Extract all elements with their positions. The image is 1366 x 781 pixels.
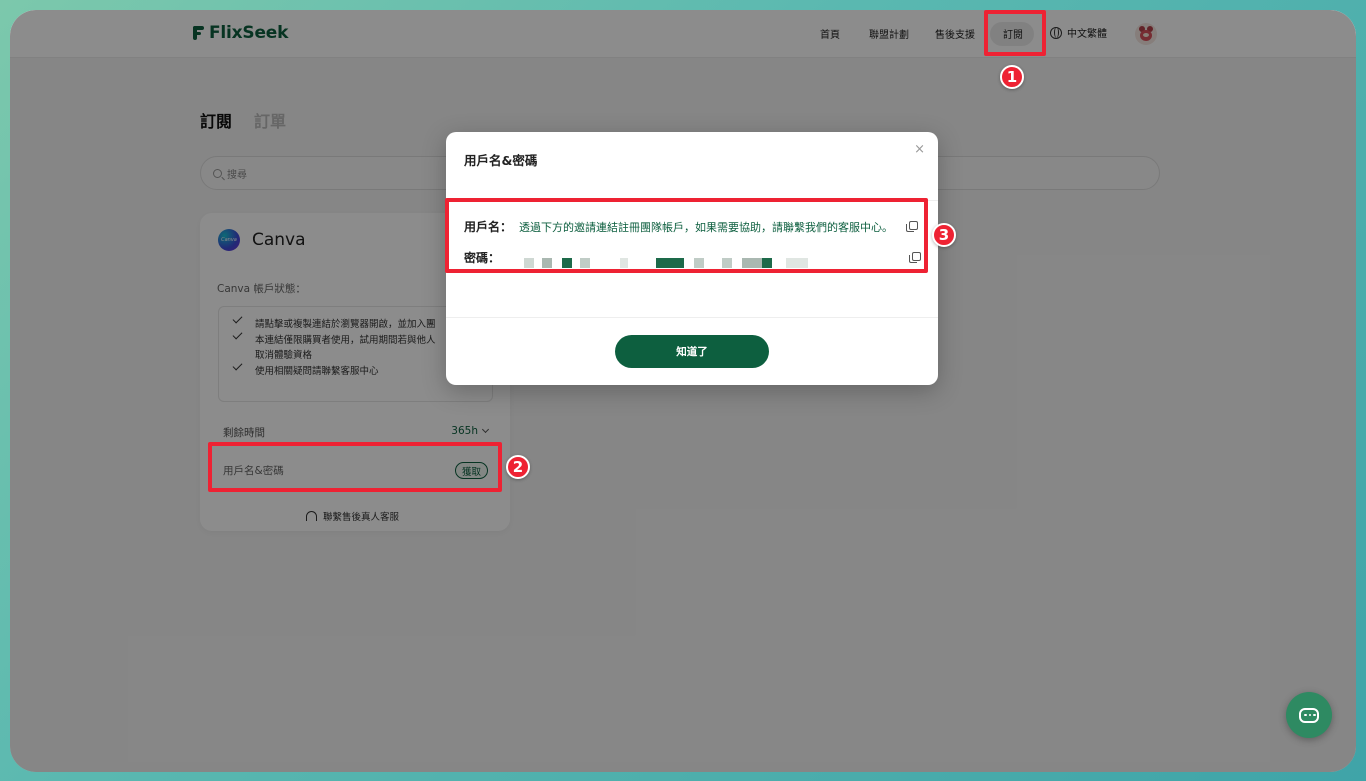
modal-backdrop[interactable] — [10, 10, 1356, 772]
annotation-box-1 — [984, 10, 1046, 56]
acknowledge-button[interactable]: 知道了 — [615, 335, 769, 368]
annotation-badge-1: 1 — [1000, 65, 1024, 89]
annotation-box-3 — [445, 198, 928, 273]
modal-title: 用戶名&密碼 — [464, 153, 538, 168]
annotation-badge-2: 2 — [506, 455, 530, 479]
chat-support-button[interactable] — [1286, 692, 1332, 738]
modal-divider — [446, 317, 938, 318]
annotation-badge-3: 3 — [932, 223, 956, 247]
close-icon[interactable]: × — [914, 142, 925, 157]
annotation-box-2 — [208, 442, 502, 492]
app-frame: FlixSeek 首頁 聯盟計劃 售後支援 訂閱 中文繁體 訂閱 訂單 搜尋 C… — [10, 10, 1356, 772]
chat-icon — [1299, 707, 1319, 723]
